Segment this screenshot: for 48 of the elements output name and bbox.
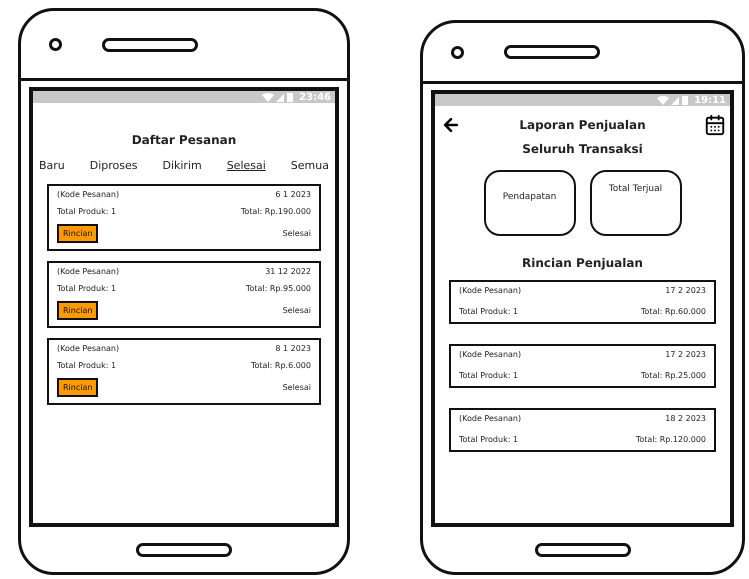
filter-tab[interactable]: Baru: [39, 159, 65, 172]
screen-title: Laporan Penjualan: [519, 118, 646, 132]
details-button[interactable]: Rincian: [57, 224, 98, 243]
speaker-icon: [504, 45, 600, 59]
calendar-icon[interactable]: [704, 114, 726, 136]
order-date: 6 1 2023: [275, 190, 311, 199]
order-date: 8 1 2023: [275, 344, 311, 353]
home-bar-icon: [136, 542, 232, 556]
filter-tab[interactable]: Semua: [290, 159, 329, 172]
filter-tab[interactable]: Diproses: [90, 159, 138, 172]
section-title: Rincian Penjualan: [521, 256, 644, 270]
order-code: (Kode Pesanan): [57, 190, 120, 199]
order-status: Selesai: [282, 229, 311, 238]
product-count: Total Produk: 1: [57, 207, 116, 216]
order-total: Total: Rp.190.000: [240, 207, 311, 216]
summary-card: Pendapatan: [484, 170, 576, 236]
summary-card: Total Terjual: [590, 170, 682, 236]
camera-icon: [451, 46, 464, 58]
section-title: Seluruh Transaksi: [521, 142, 644, 156]
home-bar-icon: [534, 542, 630, 556]
order-code: (Kode Pesanan): [57, 344, 120, 353]
order-date: 18 2 2023: [665, 414, 706, 423]
product-count: Total Produk: 1: [57, 361, 116, 370]
filter-tab[interactable]: Dikirim: [162, 159, 202, 172]
product-count: Total Produk: 1: [459, 307, 518, 316]
order-total: Total: Rp.120.000: [636, 435, 706, 444]
product-count: Total Produk: 1: [459, 435, 518, 444]
order-total: Total: Rp.25.000: [640, 371, 706, 380]
details-button[interactable]: Rincian: [57, 378, 98, 397]
speaker-icon: [102, 38, 198, 52]
product-count: Total Produk: 1: [459, 371, 518, 380]
screen-title: Daftar Pesanan: [130, 133, 238, 147]
details-button[interactable]: Rincian: [57, 301, 98, 320]
filter-tab[interactable]: Selesai: [226, 159, 266, 172]
product-count: Total Produk: 1: [57, 284, 116, 293]
order-date: 31 12 2022: [265, 267, 311, 276]
order-total: Total: Rp.6.000: [250, 361, 311, 370]
order-code: (Kode Pesanan): [57, 267, 120, 276]
order-code: (Kode Pesanan): [459, 286, 522, 295]
order-status: Selesai: [282, 383, 311, 392]
order-date: 17 2 2023: [665, 286, 706, 295]
order-code: (Kode Pesanan): [459, 350, 522, 359]
camera-icon: [49, 38, 62, 51]
order-total: Total: Rp.95.000: [246, 284, 311, 293]
order-code: (Kode Pesanan): [459, 414, 522, 423]
order-total: Total: Rp.60.000: [640, 307, 706, 316]
order-date: 17 2 2023: [665, 350, 706, 359]
order-status: Selesai: [282, 306, 311, 315]
